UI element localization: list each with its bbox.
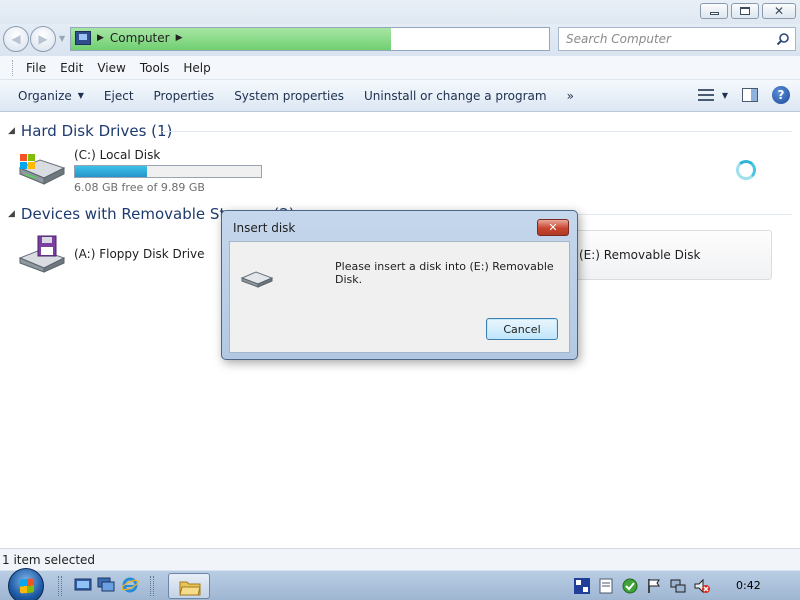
group-divider (162, 131, 792, 132)
dialog-message: Please insert a disk into (E:) Removable… (335, 260, 554, 286)
uninstall-program-button[interactable]: Uninstall or change a program (354, 85, 557, 107)
drive-item-a[interactable]: (A:) Floppy Disk Drive (16, 234, 205, 274)
internet-explorer-icon[interactable] (121, 577, 139, 593)
restore-icon (740, 7, 750, 15)
drive-label: (C:) Local Disk (74, 148, 161, 162)
chevron-right-icon[interactable]: ▶ (176, 33, 183, 43)
organize-label: Organize (18, 88, 72, 103)
back-arrow-icon: ◀ (11, 32, 21, 46)
folder-icon (179, 581, 201, 596)
hard-drive-icon (18, 154, 66, 185)
change-view-button[interactable]: ▼ (697, 88, 728, 102)
breadcrumb: ▶ Computer ▶ (75, 31, 183, 45)
collapse-caret-icon: ◢ (8, 209, 15, 219)
taskbar-grip (150, 576, 154, 596)
taskbar-grip (58, 576, 62, 596)
search-icon[interactable] (776, 32, 790, 46)
floppy-drive-icon (18, 235, 66, 273)
group-header-hard-disks[interactable]: ◢ Hard Disk Drives (1) (8, 122, 172, 140)
menu-view[interactable]: View (92, 59, 130, 77)
dialog-title: Insert disk (233, 221, 296, 235)
drive-details: (C:) Local Disk 6.08 GB free of 9.89 GB (74, 148, 262, 194)
language-bar-icon[interactable] (574, 578, 590, 594)
menu-help[interactable]: Help (178, 59, 215, 77)
maximize-button[interactable] (731, 3, 759, 19)
taskbar-clock[interactable]: 0:42 (736, 579, 761, 592)
menu-file[interactable]: File (21, 59, 51, 77)
eject-button[interactable]: Eject (94, 85, 144, 107)
show-desktop-icon[interactable] (74, 577, 92, 593)
status-text: 1 item selected (2, 553, 96, 567)
free-space-text: 6.08 GB free of 9.89 GB (74, 181, 205, 194)
document-icon[interactable] (598, 578, 614, 594)
views-icon (697, 88, 714, 102)
security-shield-icon[interactable] (622, 578, 638, 594)
menu-bar: File Edit View Tools Help (0, 56, 800, 80)
view-controls: ▼ ? (697, 86, 790, 104)
window-titlebar: ✕ (0, 0, 800, 24)
more-commands-button[interactable]: » (557, 85, 582, 107)
action-center-flag-icon[interactable] (646, 578, 662, 594)
search-input[interactable]: Search Computer (558, 27, 796, 51)
chevron-down-icon: ▼ (721, 90, 728, 100)
capacity-bar (74, 165, 262, 178)
dialog-body: Please insert a disk into (E:) Removable… (229, 241, 570, 353)
search-placeholder: Search Computer (566, 32, 671, 46)
system-properties-button[interactable]: System properties (224, 85, 354, 107)
forward-arrow-icon: ▶ (38, 32, 48, 46)
chevron-right-icon[interactable]: ▶ (97, 33, 104, 43)
group-title: Hard Disk Drives (1) (20, 122, 173, 140)
taskbar: 0:42 (0, 568, 800, 600)
start-button[interactable] (8, 568, 44, 600)
close-window-button[interactable]: ✕ (762, 3, 796, 19)
drive-label: (A:) Floppy Disk Drive (74, 247, 205, 261)
forward-button[interactable]: ▶ (30, 26, 56, 52)
chevron-down-icon: ▼ (77, 91, 84, 100)
drive-item-c[interactable]: (C:) Local Disk 6.08 GB free of 9.89 GB (16, 148, 262, 194)
switch-windows-icon[interactable] (97, 577, 115, 593)
preview-pane-icon[interactable] (742, 88, 758, 102)
organize-button[interactable]: Organize ▼ (8, 85, 94, 107)
address-row: ◀ ▶ ▼ ▶ Computer ▶ ▼ ✕ Search Computer (0, 24, 800, 56)
taskbar-explorer-button[interactable] (168, 573, 210, 599)
recent-pages-button[interactable]: ▼ (59, 34, 65, 43)
computer-icon (75, 31, 91, 45)
menu-edit[interactable]: Edit (55, 59, 88, 77)
dialog-close-button[interactable]: ✕ (537, 219, 569, 236)
command-bar: Organize ▼ Eject Properties System prope… (0, 80, 800, 112)
minimize-button[interactable] (700, 3, 728, 19)
drive-item-e[interactable]: (E:) Removable Disk (572, 230, 772, 280)
minimize-icon (709, 12, 719, 15)
drive-label: (E:) Removable Disk (579, 248, 701, 262)
network-icon[interactable] (670, 578, 686, 594)
menu-grip (12, 59, 15, 76)
removable-disk-icon (240, 271, 274, 288)
back-button[interactable]: ◀ (3, 26, 29, 52)
address-bar[interactable]: ▶ Computer ▶ ▼ ✕ (70, 27, 550, 51)
cancel-button[interactable]: Cancel (486, 318, 558, 340)
close-icon: ✕ (773, 4, 785, 18)
collapse-caret-icon: ◢ (8, 126, 15, 136)
close-icon: ✕ (548, 221, 558, 234)
volume-muted-icon[interactable] (694, 578, 710, 594)
caption-buttons: ✕ (700, 3, 796, 19)
insert-disk-dialog: Insert disk ✕ Please insert a disk into … (221, 210, 578, 360)
status-bar: 1 item selected (0, 548, 800, 570)
properties-button[interactable]: Properties (144, 85, 225, 107)
capacity-bar-fill (75, 166, 147, 177)
menu-tools[interactable]: Tools (135, 59, 175, 77)
busy-spinner-icon (736, 160, 756, 180)
breadcrumb-computer[interactable]: Computer (110, 31, 170, 45)
help-icon[interactable]: ? (772, 86, 790, 104)
